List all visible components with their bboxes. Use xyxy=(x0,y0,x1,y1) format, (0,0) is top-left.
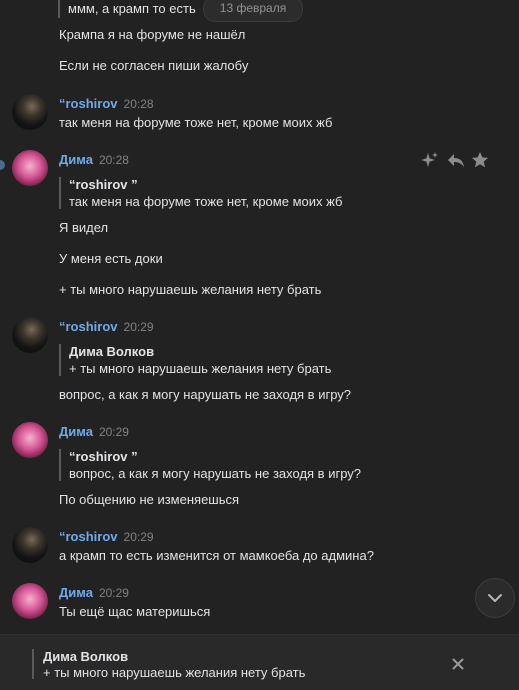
message-time: 20:28 xyxy=(98,153,129,167)
close-icon[interactable] xyxy=(452,658,464,670)
reply-preview-author: Дима Волков xyxy=(43,649,129,664)
quote-text: так меня на форуме тоже нет, кроме моих … xyxy=(69,194,343,209)
author-name[interactable]: Дима xyxy=(59,585,93,600)
avatar[interactable] xyxy=(12,94,48,130)
message-text: + ты много нарушаешь желания нету брать xyxy=(59,282,322,297)
message-header: Дима 20:29 xyxy=(59,424,129,440)
message-text: По общению не изменяешься xyxy=(59,492,240,507)
reply-preview: Дима Волков + ты много нарушаешь желания… xyxy=(0,634,519,690)
chevron-down-icon xyxy=(488,594,502,602)
message-text: У меня есть доки xyxy=(59,251,163,266)
quote-bar xyxy=(59,344,61,376)
message-text: Если не согласен пиши жалобу xyxy=(59,58,249,73)
message-time: 20:28 xyxy=(123,97,154,111)
message-header: “roshirov 20:29 xyxy=(59,319,154,335)
message-header: Дима 20:28 xyxy=(59,152,129,168)
avatar[interactable] xyxy=(12,583,48,619)
avatar[interactable] xyxy=(12,317,48,353)
message-text: Ты ещё щас материшься xyxy=(59,604,211,619)
quote-bar xyxy=(59,449,61,481)
message-actions xyxy=(420,151,510,169)
author-name[interactable]: “roshirov xyxy=(59,529,118,544)
message-text: а крамп то есть изменится от мамкоеба до… xyxy=(59,548,374,563)
quote-text: вопрос, а как я могу нарушать не заходя … xyxy=(69,466,362,481)
quote-author[interactable]: Дима Волков xyxy=(69,344,154,360)
message-header: “roshirov 20:29 xyxy=(59,529,154,545)
quote-text: + ты много нарушаешь желания нету брать xyxy=(69,361,332,376)
unread-marker xyxy=(0,160,5,170)
message-time: 20:29 xyxy=(123,530,154,544)
avatar[interactable] xyxy=(12,527,48,563)
quote-bar xyxy=(58,0,60,18)
author-name[interactable]: Дима xyxy=(59,424,93,439)
author-name[interactable]: “roshirov xyxy=(59,96,118,111)
quote-bar xyxy=(59,177,61,209)
message-text: так меня на форуме тоже нет, кроме моих … xyxy=(59,115,333,130)
message-header: “roshirov 20:28 xyxy=(59,96,154,112)
reply-icon[interactable] xyxy=(446,151,466,169)
scroll-down-button[interactable] xyxy=(475,578,515,618)
quote-author[interactable]: “roshirov ” xyxy=(69,449,138,465)
quote-bar xyxy=(32,649,34,679)
message-text: Я видел xyxy=(59,220,109,235)
message-time: 20:29 xyxy=(98,586,129,600)
quote-author[interactable]: “roshirov ” xyxy=(69,177,138,193)
message-header: Дима 20:29 xyxy=(59,585,129,601)
avatar[interactable] xyxy=(12,150,48,186)
sparkle-icon[interactable] xyxy=(420,151,440,169)
reply-preview-text: + ты много нарушаешь желания нету брать xyxy=(43,665,306,680)
message-time: 20:29 xyxy=(123,320,154,334)
author-name[interactable]: “roshirov xyxy=(59,319,118,334)
message-text: вопрос, а как я могу нарушать не заходя … xyxy=(59,387,352,402)
avatar[interactable] xyxy=(12,422,48,458)
message-time: 20:29 xyxy=(98,425,129,439)
author-name[interactable]: Дима xyxy=(59,152,93,167)
date-pill: 13 февраля xyxy=(203,0,303,22)
message-text: Крампа я на форуме не нашёл xyxy=(59,27,246,42)
star-icon[interactable] xyxy=(470,151,490,169)
message-text: ммм, а крамп то есть xyxy=(68,1,196,16)
